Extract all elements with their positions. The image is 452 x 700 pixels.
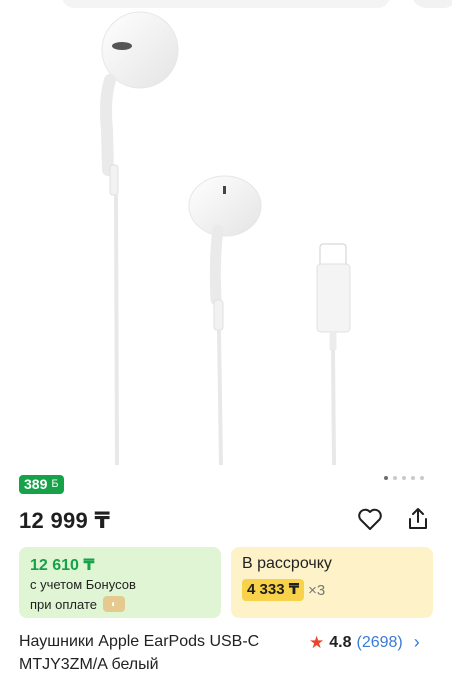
reviews-count: (2698) — [356, 633, 403, 651]
bonus-price: 12 610 ₸ — [30, 557, 95, 574]
kaspi-coin-icon: ◐ — [102, 596, 125, 612]
bonus-badge-value: 389 — [24, 476, 48, 492]
installment-card[interactable]: В рассрочку 4 333 ₸ ×3 — [231, 547, 433, 618]
gallery-dot[interactable] — [411, 476, 415, 480]
bonus-badge: 389 Б — [19, 475, 64, 494]
installment-amount: 4 333 ₸ — [242, 579, 305, 601]
gallery-pagination — [384, 476, 424, 480]
star-icon: ★ — [309, 633, 325, 652]
installment-row: 4 333 ₸ ×3 — [242, 579, 325, 601]
gallery-dot[interactable] — [384, 476, 388, 480]
rating-value: 4.8 — [329, 633, 352, 651]
rating-link[interactable]: ★ 4.8 (2698) › — [309, 632, 420, 653]
share-icon — [409, 508, 427, 529]
product-price: 12 999 ₸ — [19, 508, 111, 533]
product-title: Наушники Apple EarPods USB-C MTJY3ZM/A б… — [19, 633, 260, 673]
bonus-payment-text: при оплате — [30, 596, 97, 612]
share-button[interactable] — [402, 503, 434, 535]
product-image-gallery[interactable] — [0, 0, 452, 468]
installment-title: В рассрочку — [242, 555, 332, 572]
heart-icon — [358, 508, 382, 530]
gallery-dot[interactable] — [393, 476, 397, 480]
bonus-badge-icon: Б — [51, 478, 59, 490]
bonus-price-card[interactable]: 12 610 ₸ с учетом Бонусов при оплате ◐ — [19, 547, 221, 618]
chevron-right-icon: › — [413, 632, 420, 652]
bonus-caption: с учетом Бонусов — [30, 577, 136, 592]
installment-months: ×3 — [308, 581, 326, 599]
earpods-image — [100, 11, 351, 466]
gallery-dot[interactable] — [420, 476, 424, 480]
bonus-payment-caption: при оплате ◐ — [30, 596, 125, 612]
gallery-dot[interactable] — [402, 476, 406, 480]
favorite-button[interactable] — [354, 503, 386, 535]
